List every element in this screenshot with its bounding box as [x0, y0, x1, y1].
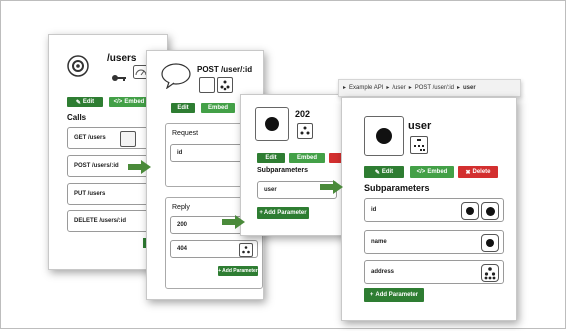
user-delete-label: Delete — [472, 169, 491, 175]
users-title: /users — [107, 53, 137, 64]
circle-icon — [265, 117, 279, 131]
user-subparams-heading: Subparameters — [364, 183, 430, 193]
document-icon — [120, 131, 136, 147]
request-heading: Request — [172, 130, 199, 137]
users-embed-button[interactable]: </> Embed — [109, 97, 149, 107]
list-icon — [481, 202, 499, 220]
circle-icon — [376, 128, 392, 144]
breadcrumb: ▸ Example API ▸ /user ▸ POST /user/:id ▸… — [343, 84, 476, 92]
user-embed-button[interactable]: </> Embed — [410, 166, 454, 178]
target-icon — [67, 55, 89, 77]
post-embed-button[interactable]: Embed — [201, 103, 235, 113]
plus-icon: + — [369, 292, 374, 298]
tree-icon — [239, 243, 253, 257]
reply-label: 404 — [177, 246, 188, 252]
users-edit-label: Edit — [82, 99, 95, 105]
arrow-icon — [222, 215, 246, 234]
reply-row-404[interactable]: 404 — [170, 240, 258, 258]
param-label: address — [371, 269, 395, 275]
arrow-icon — [128, 160, 152, 179]
user-add-parameter-button[interactable]: + Add Parameter — [364, 288, 424, 302]
breadcrumb-item-current: user — [463, 84, 476, 91]
shapes-icon — [199, 77, 215, 93]
param-label: id — [371, 207, 377, 213]
edit-icon: ✎ — [374, 169, 380, 176]
response-202-edit-label: Edit — [265, 155, 277, 161]
breadcrumb-item[interactable]: Example API — [349, 85, 383, 91]
breadcrumb-item[interactable]: /user — [392, 85, 405, 91]
tree-icon — [297, 123, 313, 139]
response-icon-box — [255, 107, 289, 141]
call-label: GET /users — [74, 135, 106, 141]
embed-icon: </> — [113, 99, 123, 105]
delete-icon: ✖ — [465, 169, 471, 176]
speech-bubble-icon — [161, 63, 191, 94]
arrow-icon — [320, 180, 344, 199]
user-icon-box — [364, 116, 404, 156]
plus-icon: + — [259, 210, 263, 216]
response-202-edit-button[interactable]: Edit — [257, 153, 285, 163]
reply-label: 200 — [177, 222, 188, 228]
user-embed-label: Embed — [427, 169, 448, 175]
add-parameter-label: Add Parameter — [375, 292, 419, 298]
response-202-embed-label: Embed — [296, 155, 317, 161]
param-row-id[interactable]: id — [364, 198, 504, 222]
breadcrumb-arrow-icon: ▸ — [457, 85, 461, 91]
response-202-subparams-heading: Subparameters — [257, 167, 308, 174]
response-202-card: 202 Edit Embed Subparameters user + Add P… — [240, 94, 346, 236]
user-delete-button[interactable]: ✖ Delete — [458, 166, 498, 178]
add-parameter-label: Add Parameter — [263, 210, 307, 216]
user-edit-button[interactable]: ✎ Edit — [364, 166, 404, 178]
call-label: POST /users/:id — [74, 163, 119, 169]
call-label: PUT /users — [74, 191, 106, 197]
response-202-add-parameter-button[interactable]: + Add Parameter — [257, 207, 309, 219]
breadcrumb-bar: ▸ Example API ▸ /user ▸ POST /user/:id ▸… — [338, 79, 521, 97]
post-edit-label: Edit — [177, 105, 189, 111]
edit-icon: ✎ — [75, 99, 81, 106]
breadcrumb-arrow-icon: ▸ — [408, 85, 412, 91]
response-202-embed-button[interactable]: Embed — [289, 153, 325, 163]
circle-icon — [481, 234, 499, 252]
param-label: name — [371, 239, 387, 245]
circle-icon — [461, 202, 479, 220]
post-embed-label: Embed — [207, 105, 228, 111]
embed-icon: </> — [416, 169, 426, 175]
users-embed-label: Embed — [124, 99, 145, 105]
breadcrumb-arrow-icon: ▸ — [343, 85, 347, 91]
add-parameter-label: Add Parameter — [222, 268, 258, 274]
breadcrumb-item[interactable]: POST /user/:id — [415, 85, 454, 91]
tree-icon — [217, 77, 233, 93]
users-edit-button[interactable]: ✎ Edit — [67, 97, 103, 107]
subparam-label: user — [264, 187, 277, 193]
post-title: POST /user/:id — [197, 65, 253, 74]
field-label: id — [177, 150, 183, 156]
response-202-title: 202 — [295, 109, 311, 119]
post-edit-button[interactable]: Edit — [171, 103, 195, 113]
user-edit-label: Edit — [381, 169, 394, 175]
key-icon — [111, 69, 127, 87]
post-add-parameter-button[interactable]: + Add Parameter — [218, 266, 258, 276]
reply-heading: Reply — [172, 204, 190, 211]
calls-heading: Calls — [67, 113, 87, 122]
call-label: DELETE /users/:id — [74, 218, 127, 224]
param-row-name[interactable]: name — [364, 230, 504, 254]
tree-icon — [481, 264, 499, 282]
param-row-address[interactable]: address — [364, 260, 504, 284]
user-card: user ✎ Edit </> Embed ✖ Delete Subparameter… — [341, 97, 517, 321]
plus-icon: + — [218, 268, 222, 274]
tree-icon — [410, 136, 428, 154]
breadcrumb-arrow-icon: ▸ — [386, 85, 390, 91]
user-title: user — [408, 120, 432, 132]
